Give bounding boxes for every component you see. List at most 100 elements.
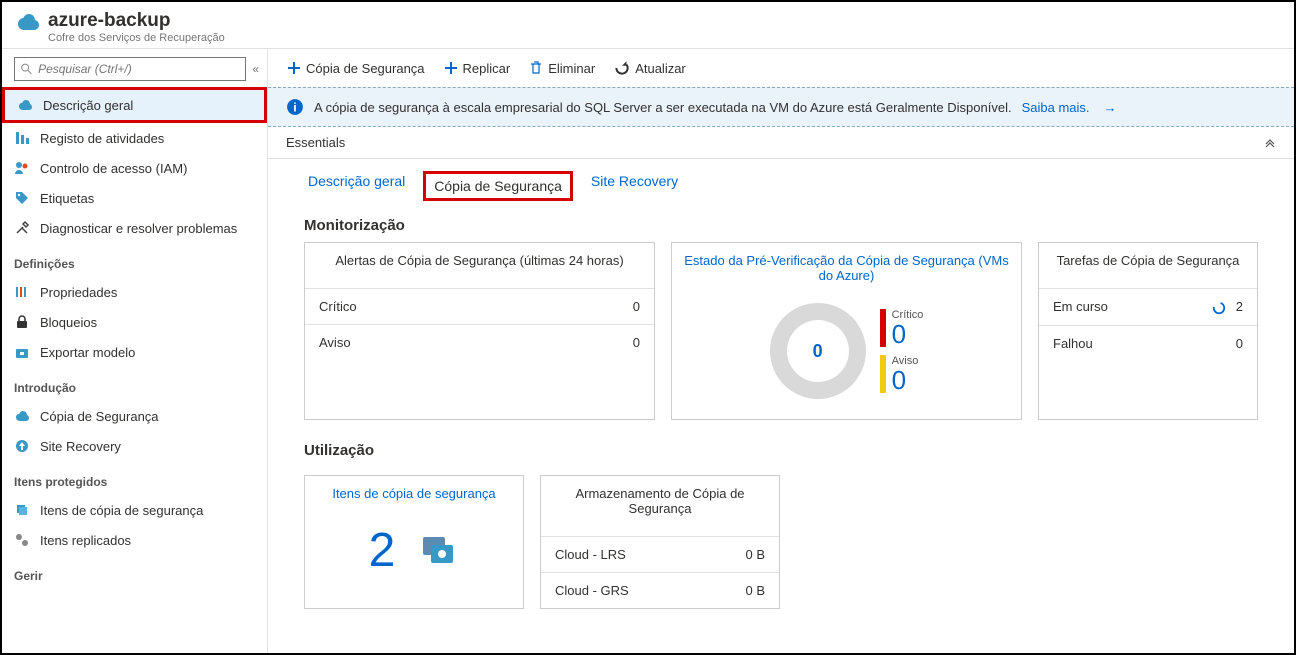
collapse-icon[interactable]: « <box>252 62 259 76</box>
properties-icon <box>14 284 30 300</box>
sidebar-item-export-template[interactable]: Exportar modelo <box>2 337 267 367</box>
search-input[interactable] <box>38 62 239 76</box>
sidebar-item-label: Diagnosticar e resolver problemas <box>40 221 237 236</box>
tab-overview[interactable]: Descrição geral <box>304 171 409 201</box>
spinner-icon <box>1212 301 1226 315</box>
storage-card: Armazenamento de Cópia de Segurança Clou… <box>540 475 780 609</box>
toolbar: Cópia de Segurança Replicar Eliminar Atu… <box>268 49 1294 87</box>
sidebar-item-tags[interactable]: Etiquetas <box>2 183 267 213</box>
btn-label: Eliminar <box>548 61 595 76</box>
precheck-warning: Aviso 0 <box>880 355 924 393</box>
sidebar-item-site-recovery[interactable]: Site Recovery <box>2 431 267 461</box>
precheck-critical: Crítico 0 <box>880 309 924 347</box>
arrow-icon: → <box>1104 100 1117 115</box>
sidebar-item-label: Itens replicados <box>40 533 131 548</box>
donut-chart: 0 <box>770 303 866 399</box>
cloud-icon <box>17 97 33 113</box>
alerts-card-title: Alertas de Cópia de Segurança (últimas 2… <box>305 243 654 278</box>
svg-text:i: i <box>293 101 296 115</box>
page-title: azure-backup <box>48 10 170 32</box>
backup-items-value: 2 <box>369 523 396 578</box>
cloud-icon <box>14 408 30 424</box>
btn-label: Atualizar <box>635 61 686 76</box>
precheck-warning-value: 0 <box>892 367 924 393</box>
monitoring-title: Monitorização <box>304 217 1258 234</box>
page-subtitle: Cofre dos Serviços de Recuperação <box>48 32 1280 44</box>
sidebar-item-properties[interactable]: Propriedades <box>2 277 267 307</box>
tag-icon <box>14 190 30 206</box>
table-row[interactable]: Cloud - GRS0 B <box>541 573 779 609</box>
sidebar-item-label: Site Recovery <box>40 439 121 454</box>
donut-value: 0 <box>813 341 823 362</box>
export-icon <box>14 344 30 360</box>
jobs-failed-value: 0 <box>1166 325 1257 361</box>
sidebar-item-label: Controlo de acesso (IAM) <box>40 161 187 176</box>
plus-icon <box>286 60 302 76</box>
table-row[interactable]: Falhou 0 <box>1039 325 1257 361</box>
cloud-icon <box>16 11 40 31</box>
sidebar-item-diagnose[interactable]: Diagnosticar e resolver problemas <box>2 213 267 243</box>
alerts-card: Alertas de Cópia de Segurança (últimas 2… <box>304 242 655 420</box>
alert-warning-value: 0 <box>532 325 654 361</box>
essentials-toggle[interactable]: Essentials <box>268 127 1294 159</box>
sidebar-item-iam[interactable]: Controlo de acesso (IAM) <box>2 153 267 183</box>
people-icon <box>14 160 30 176</box>
jobs-failed-label: Falhou <box>1039 325 1166 361</box>
sidebar-item-activity-log[interactable]: Registo de atividades <box>2 123 267 153</box>
jobs-card-title: Tarefas de Cópia de Segurança <box>1039 243 1257 278</box>
btn-label: Replicar <box>463 61 511 76</box>
sidebar-item-overview[interactable]: Descrição geral <box>2 87 267 123</box>
sidebar-item-locks[interactable]: Bloqueios <box>2 307 267 337</box>
sidebar-item-label: Etiquetas <box>40 191 94 206</box>
tab-site-recovery[interactable]: Site Recovery <box>587 171 682 201</box>
sidebar-item-backup-items[interactable]: Itens de cópia de segurança <box>2 495 267 525</box>
table-row[interactable]: Cloud - LRS0 B <box>541 537 779 573</box>
refresh-icon <box>613 59 631 77</box>
sidebar-item-label: Propriedades <box>40 285 117 300</box>
backup-button[interactable]: Cópia de Segurança <box>286 60 425 76</box>
sidebar-item-replicated-items[interactable]: Itens replicados <box>2 525 267 555</box>
search-input-wrapper[interactable] <box>14 57 246 81</box>
recovery-icon <box>14 438 30 454</box>
jobs-inprogress-value: 2 <box>1236 299 1243 314</box>
sidebar-item-backup[interactable]: Cópia de Segurança <box>2 401 267 431</box>
table-row[interactable]: Em curso 2 <box>1039 289 1257 326</box>
banner-link[interactable]: Saiba mais. <box>1022 100 1090 115</box>
trash-icon <box>528 60 544 76</box>
tab-backup[interactable]: Cópia de Segurança <box>423 171 573 201</box>
sidebar: « Descrição geral Registo de atividades … <box>2 49 268 653</box>
jobs-card: Tarefas de Cópia de Segurança Em curso 2 <box>1038 242 1258 420</box>
usage-title: Utilização <box>304 442 1258 459</box>
precheck-card: Estado da Pré-Verificação da Cópia de Se… <box>671 242 1022 420</box>
delete-button[interactable]: Eliminar <box>528 60 595 76</box>
replicate-button[interactable]: Replicar <box>443 60 511 76</box>
backup-items-card: Itens de cópia de segurança 2 <box>304 475 524 609</box>
lock-icon <box>14 314 30 330</box>
storage-card-title: Armazenamento de Cópia de Segurança <box>541 476 779 526</box>
precheck-card-title[interactable]: Estado da Pré-Verificação da Cópia de Se… <box>672 243 1021 293</box>
sidebar-group-settings: Definições <box>2 243 267 277</box>
backup-items-card-title[interactable]: Itens de cópia de segurança <box>305 476 523 511</box>
banner-text: A cópia de segurança à escala empresaria… <box>314 100 1012 115</box>
backup-items-icon <box>14 502 30 518</box>
sidebar-group-manage: Gerir <box>2 555 267 589</box>
table-row[interactable]: Crítico0 <box>305 289 654 325</box>
alert-warning-label: Aviso <box>305 325 532 361</box>
sidebar-group-protected: Itens protegidos <box>2 461 267 495</box>
sidebar-item-label: Cópia de Segurança <box>40 409 159 424</box>
plus-icon <box>443 60 459 76</box>
sidebar-item-label: Bloqueios <box>40 315 97 330</box>
alert-critical-label: Crítico <box>305 289 532 325</box>
sidebar-item-label: Registo de atividades <box>40 131 164 146</box>
table-row[interactable]: Aviso0 <box>305 325 654 361</box>
jobs-inprogress-label: Em curso <box>1039 289 1166 326</box>
log-icon <box>14 130 30 146</box>
servers-icon <box>419 533 459 569</box>
info-banner[interactable]: i A cópia de segurança à escala empresar… <box>268 87 1294 127</box>
tools-icon <box>14 220 30 236</box>
chevron-down-icon <box>1264 137 1276 149</box>
refresh-button[interactable]: Atualizar <box>613 59 686 77</box>
essentials-label: Essentials <box>286 135 345 150</box>
btn-label: Cópia de Segurança <box>306 61 425 76</box>
replicated-icon <box>14 532 30 548</box>
